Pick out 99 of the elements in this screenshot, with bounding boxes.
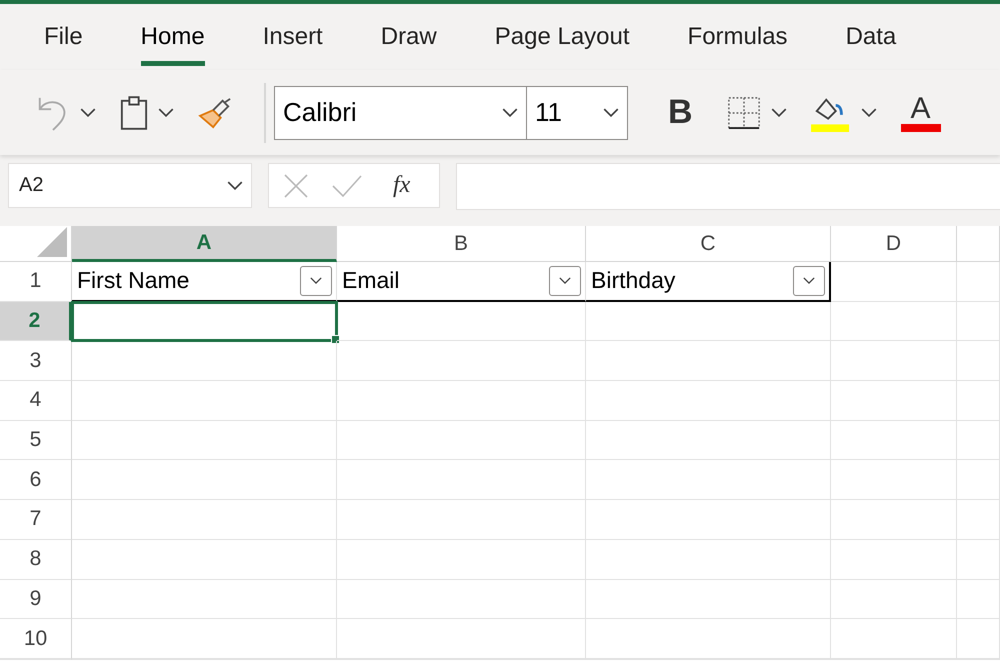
row-number[interactable]: 9 — [0, 580, 72, 620]
chevron-icon — [310, 277, 322, 284]
table-cell[interactable] — [337, 302, 586, 342]
ribbon-tab[interactable]: Insert — [262, 4, 323, 70]
table-cell[interactable] — [586, 500, 831, 540]
insert-function-button[interactable]: fx — [393, 172, 410, 199]
column-header[interactable]: A — [72, 226, 337, 262]
table-cell[interactable] — [586, 580, 831, 620]
table-cell[interactable] — [72, 500, 337, 540]
ribbon-tab[interactable]: Data — [846, 4, 896, 70]
table-header-cell: Email — [342, 267, 400, 294]
table-cell[interactable] — [337, 460, 586, 500]
column-header[interactable]: C — [586, 226, 831, 262]
ribbon-tab[interactable]: Home — [140, 4, 205, 70]
filter-button[interactable] — [300, 266, 332, 296]
table-cell[interactable] — [957, 580, 1000, 620]
table-cell[interactable] — [831, 619, 957, 659]
caret-icon — [770, 108, 787, 117]
row-number[interactable]: 7 — [0, 500, 72, 540]
font-name-dropdown[interactable]: Calibri — [275, 86, 527, 138]
clipboard-icon — [120, 94, 148, 130]
ribbon-tab[interactable]: Draw — [380, 4, 437, 70]
table-cell[interactable] — [957, 420, 1000, 460]
active-cell[interactable] — [72, 302, 337, 342]
row-number[interactable]: 2 — [0, 302, 72, 342]
table-cell[interactable] — [337, 381, 586, 421]
row-number[interactable]: 4 — [0, 381, 72, 421]
caret-icon — [860, 108, 877, 117]
table-cell[interactable] — [72, 381, 337, 421]
table-cell[interactable] — [586, 460, 831, 500]
table-cell[interactable] — [586, 540, 831, 580]
table-header-cell: First Name — [77, 267, 190, 294]
table-cell[interactable] — [72, 341, 337, 382]
table-cell[interactable] — [72, 460, 337, 500]
table-cell[interactable] — [957, 500, 1000, 540]
row-number[interactable]: 8 — [0, 540, 72, 580]
column-header[interactable]: D — [831, 226, 957, 262]
table-cell[interactable] — [72, 580, 337, 620]
font-size-dropdown[interactable]: 11 — [527, 86, 627, 138]
table-cell[interactable] — [586, 381, 831, 421]
chevron-icon — [603, 108, 619, 117]
table-cell[interactable] — [957, 302, 1000, 342]
table-cell[interactable] — [957, 619, 1000, 659]
column-header[interactable]: B — [337, 226, 586, 262]
table-cell[interactable] — [831, 381, 957, 421]
table-cell[interactable] — [72, 619, 337, 659]
table-cell[interactable] — [957, 540, 1000, 580]
caret-icon — [158, 108, 174, 117]
ribbon-tab[interactable]: Page Layout — [494, 4, 630, 70]
caret-icon — [227, 181, 243, 190]
table-cell[interactable] — [831, 580, 957, 620]
table-cell[interactable] — [586, 619, 831, 659]
cancel-icon[interactable] — [283, 172, 309, 198]
table-cell[interactable] — [586, 420, 831, 460]
table-cell[interactable] — [72, 420, 337, 460]
cell-reference: A2 — [19, 174, 44, 197]
table-cell[interactable] — [831, 420, 957, 460]
table-cell[interactable] — [72, 540, 337, 580]
chevron-icon — [502, 108, 518, 117]
ribbon-tab[interactable]: File — [44, 4, 83, 70]
table-cell[interactable] — [337, 341, 586, 382]
table-cell[interactable] — [337, 540, 586, 580]
table-cell[interactable] — [831, 262, 957, 302]
chevron-icon — [803, 277, 815, 284]
table-cell[interactable] — [337, 420, 586, 460]
font-color-button[interactable]: A — [900, 94, 941, 132]
row-number[interactable]: 3 — [0, 341, 72, 382]
row-number[interactable]: 5 — [0, 420, 72, 460]
table-cell[interactable] — [957, 262, 1000, 302]
table-cell[interactable] — [586, 302, 831, 342]
ribbon-tab[interactable]: Formulas — [688, 4, 788, 70]
filter-button[interactable] — [793, 266, 825, 296]
table-cell[interactable] — [337, 580, 586, 620]
borders-button[interactable] — [726, 96, 787, 130]
bold-button[interactable]: B — [668, 93, 693, 132]
table-cell[interactable] — [337, 500, 586, 540]
table-cell[interactable] — [957, 341, 1000, 382]
paste-button[interactable] — [120, 94, 174, 130]
table-cell[interactable] — [831, 302, 957, 342]
name-box[interactable]: A2 — [8, 163, 252, 208]
table-cell[interactable] — [957, 381, 1000, 421]
table-cell[interactable] — [831, 500, 957, 540]
check-icon[interactable] — [331, 174, 363, 198]
column-header[interactable] — [957, 226, 1000, 262]
table-header-cell: Birthday — [591, 267, 676, 294]
table-cell[interactable] — [337, 619, 586, 659]
table-cell[interactable] — [957, 460, 1000, 500]
table-cell[interactable] — [831, 460, 957, 500]
table-cell[interactable] — [586, 341, 831, 382]
table-cell[interactable] — [831, 341, 957, 382]
table-cell[interactable] — [831, 540, 957, 580]
filter-button[interactable] — [549, 266, 581, 296]
row-number[interactable]: 6 — [0, 460, 72, 500]
fill-handle[interactable] — [331, 335, 340, 344]
formula-input[interactable] — [456, 163, 1000, 210]
borders-icon — [726, 96, 761, 130]
row-number[interactable]: 10 — [0, 619, 72, 659]
caret-icon — [80, 108, 96, 117]
chevron-icon — [559, 277, 571, 284]
